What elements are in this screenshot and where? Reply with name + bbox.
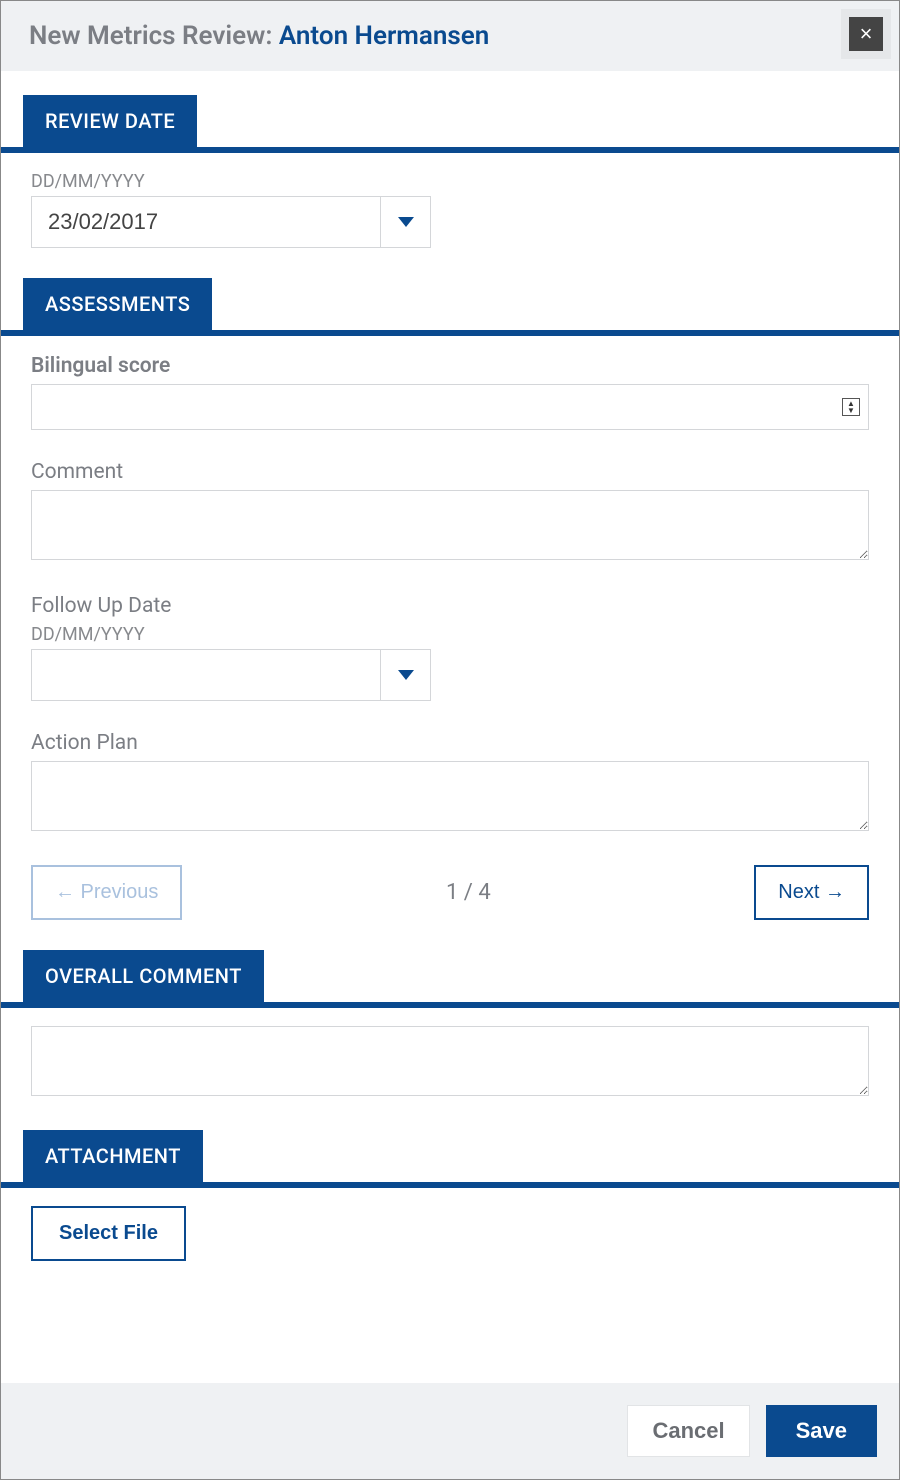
overall-comment-tab: OVERALL COMMENT — [23, 950, 264, 1002]
review-date-input[interactable] — [32, 197, 380, 247]
followup-format-hint: DD/MM/YYYY — [31, 624, 869, 645]
followup-label: Follow Up Date — [31, 594, 869, 618]
overall-comment-content — [1, 1008, 899, 1130]
previous-button: ← Previous — [31, 865, 182, 920]
attachment-content: Select File — [1, 1188, 899, 1291]
assessments-pager: ← Previous 1 / 4 Next → — [31, 865, 869, 920]
assessments-content: Bilingual score ▲▼ Comment Follow Up Dat… — [1, 336, 899, 950]
close-button[interactable]: × — [849, 17, 883, 51]
comment-label: Comment — [31, 460, 869, 484]
overall-comment-section: OVERALL COMMENT — [1, 950, 899, 1130]
spinner-icon[interactable]: ▲▼ — [842, 398, 860, 416]
chevron-down-icon — [398, 670, 414, 680]
bilingual-score-input[interactable] — [32, 385, 868, 429]
review-date-section: REVIEW DATE DD/MM/YYYY — [1, 95, 899, 278]
next-button[interactable]: Next → — [754, 865, 869, 920]
close-button-wrap: × — [841, 9, 891, 59]
modal-title: New Metrics Review: Anton Hermansen — [29, 21, 489, 51]
action-plan-label: Action Plan — [31, 731, 869, 755]
overall-comment-textarea[interactable] — [31, 1026, 869, 1096]
review-date-tab: REVIEW DATE — [23, 95, 197, 147]
followup-date-dropdown-button[interactable] — [380, 650, 430, 700]
followup-date-input[interactable] — [32, 650, 380, 700]
review-date-content: DD/MM/YYYY — [1, 153, 899, 278]
bilingual-score-label: Bilingual score — [31, 354, 869, 378]
assessments-section: ASSESSMENTS Bilingual score ▲▼ Comment F… — [1, 278, 899, 950]
select-file-button[interactable]: Select File — [31, 1206, 186, 1261]
close-icon: × — [860, 23, 873, 45]
modal-title-name: Anton Hermansen — [279, 21, 489, 51]
modal-header: New Metrics Review: Anton Hermansen × — [1, 1, 899, 71]
action-plan-textarea[interactable] — [31, 761, 869, 831]
review-date-dropdown-button[interactable] — [380, 197, 430, 247]
review-date-format-hint: DD/MM/YYYY — [31, 171, 869, 192]
new-metrics-review-modal: New Metrics Review: Anton Hermansen × RE… — [1, 1, 899, 1479]
attachment-section: ATTACHMENT Select File — [1, 1130, 899, 1291]
modal-footer: Cancel Save — [1, 1383, 899, 1479]
modal-body: REVIEW DATE DD/MM/YYYY ASSESSMENTS Bilin… — [1, 71, 899, 1383]
assessments-tab: ASSESSMENTS — [23, 278, 212, 330]
bilingual-score-field: ▲▼ — [31, 384, 869, 430]
review-date-field — [31, 196, 431, 248]
pager-info: 1 / 4 — [446, 880, 491, 905]
followup-date-field — [31, 649, 431, 701]
chevron-down-icon — [398, 217, 414, 227]
modal-title-prefix: New Metrics Review: — [29, 21, 279, 51]
comment-textarea[interactable] — [31, 490, 869, 560]
save-button[interactable]: Save — [766, 1405, 877, 1457]
cancel-button[interactable]: Cancel — [627, 1405, 749, 1457]
attachment-tab: ATTACHMENT — [23, 1130, 203, 1182]
